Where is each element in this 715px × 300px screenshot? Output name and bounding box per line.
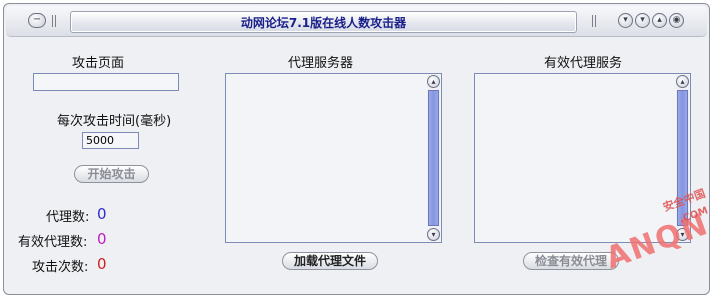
system-menu-button[interactable]: − [28, 13, 46, 28]
attack-page-input[interactable] [34, 74, 178, 90]
valid-proxy-header: 有效代理服务 [544, 56, 623, 71]
close-button[interactable]: ◉ [669, 13, 684, 28]
start-attack-button[interactable]: 开始攻击 [74, 165, 149, 183]
maximize-button[interactable]: ▴ [652, 13, 667, 28]
minimize-button[interactable]: ▾ [635, 13, 650, 28]
interval-input[interactable] [83, 133, 138, 148]
app-window: − 动网论坛7.1版在线人数攻击器 ▾ ▾ ▴ ◉ 攻击页面 每次攻击时间(毫秒… [3, 3, 714, 295]
title-bar[interactable]: − 动网论坛7.1版在线人数攻击器 ▾ ▾ ▴ ◉ [6, 6, 707, 37]
proxy-list-scrollbar[interactable]: ▴ ▾ [427, 75, 440, 241]
valid-proxy-list[interactable]: ▴ ▾ [474, 73, 691, 243]
scroll-down-icon[interactable]: ▾ [427, 228, 440, 241]
attack-page-label: 攻击页面 [72, 56, 125, 71]
interval-field[interactable] [82, 132, 139, 149]
interval-label: 每次攻击时间(毫秒) [57, 114, 172, 129]
valid-count-value: 0 [97, 230, 107, 248]
attack-count-value: 0 [97, 255, 107, 273]
scroll-thumb[interactable] [428, 90, 439, 226]
attack-count-label: 攻击次数: [32, 260, 89, 275]
scroll-up-icon[interactable]: ▴ [427, 75, 440, 88]
proxy-count-label: 代理数: [46, 210, 90, 225]
proxy-count-value: 0 [97, 205, 107, 223]
proxy-server-list[interactable]: ▴ ▾ [225, 73, 442, 243]
title-panel: 动网论坛7.1版在线人数攻击器 [70, 11, 577, 33]
proxy-server-header: 代理服务器 [288, 56, 354, 71]
rollup-button[interactable]: ▾ [618, 13, 633, 28]
title-grip-left[interactable] [52, 15, 58, 27]
valid-count-label: 有效代理数: [18, 235, 88, 250]
load-proxy-file-button[interactable]: 加载代理文件 [282, 252, 378, 270]
attack-page-field[interactable] [33, 73, 179, 91]
window-title: 动网论坛7.1版在线人数攻击器 [240, 16, 407, 30]
scroll-up-icon[interactable]: ▴ [676, 75, 689, 88]
title-grip-right[interactable] [592, 15, 598, 27]
